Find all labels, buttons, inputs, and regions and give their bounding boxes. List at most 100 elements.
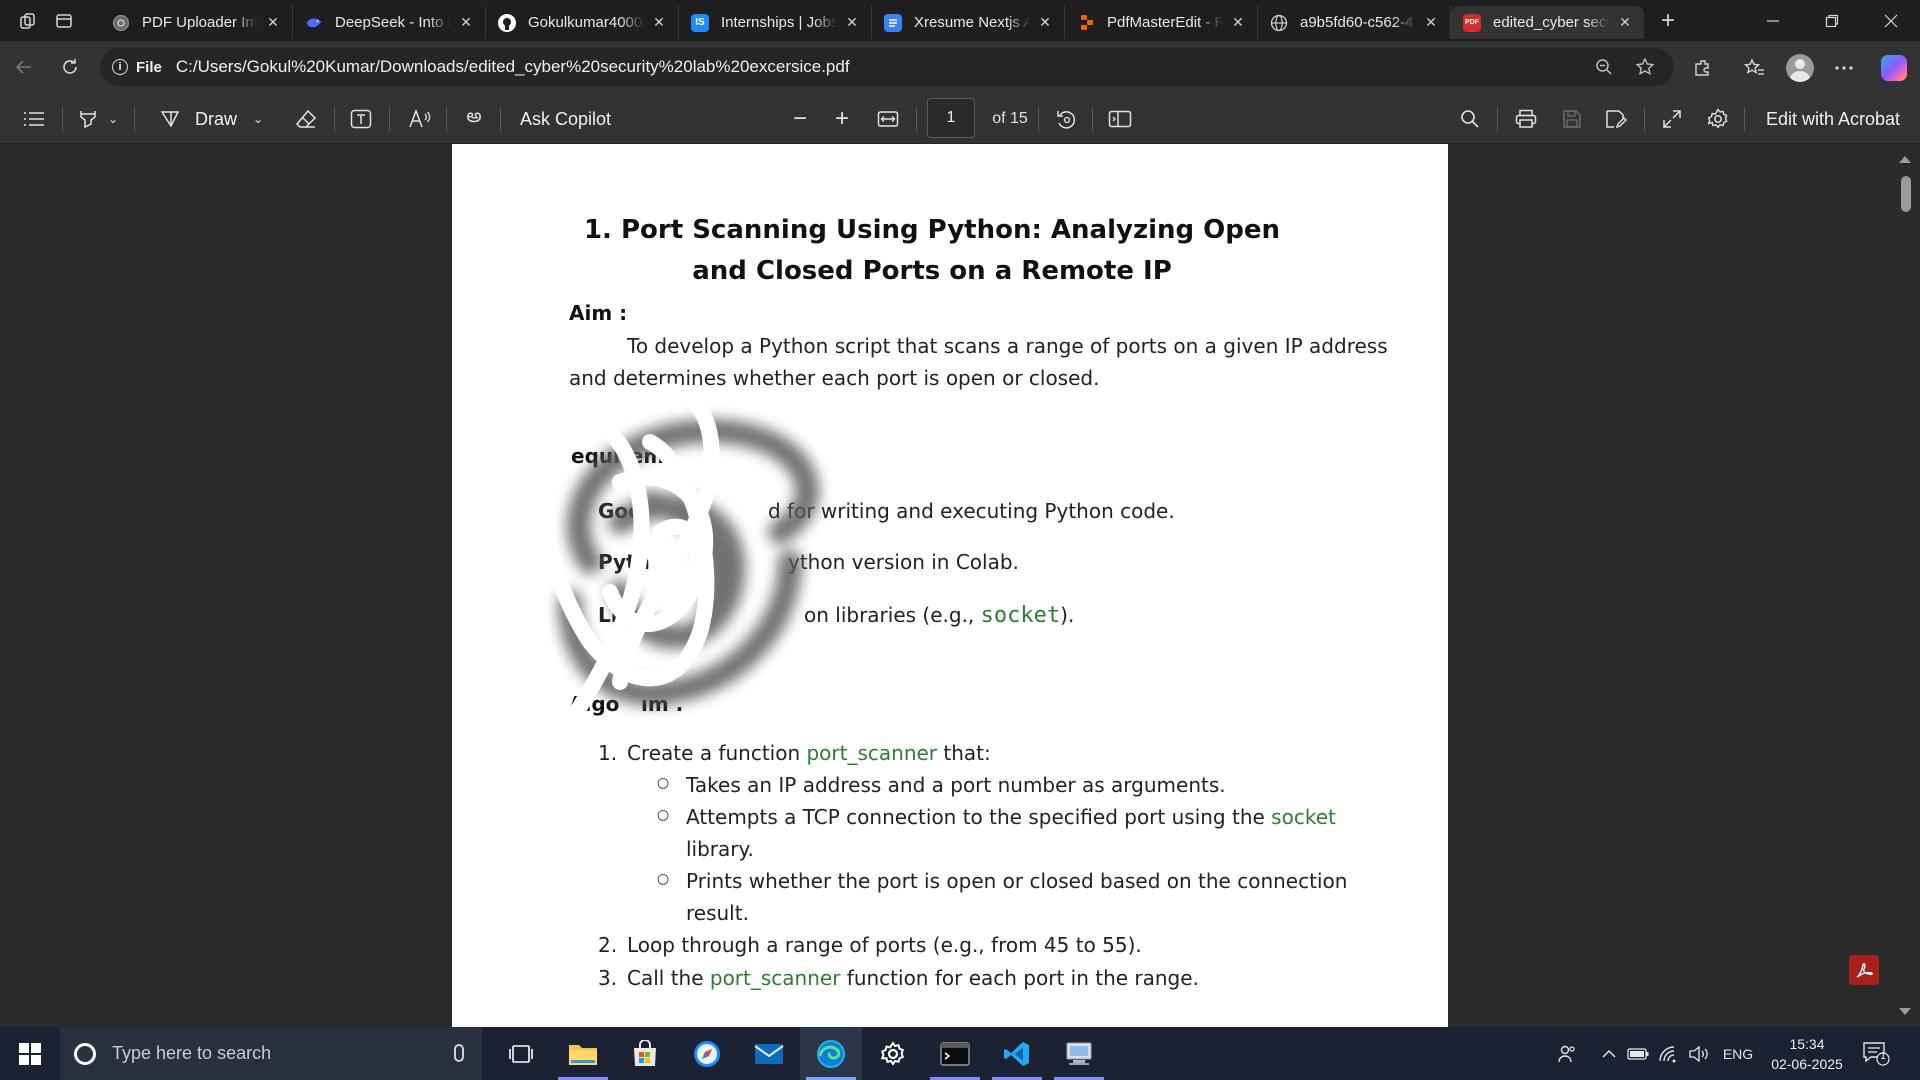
close-tab-icon[interactable]: ✕ bbox=[1616, 14, 1634, 31]
settings-gear-icon[interactable] bbox=[862, 1027, 924, 1080]
pdf-viewer[interactable]: 1. Port Scanning Using Python: Analyzing… bbox=[0, 144, 1920, 1027]
site-info-chip[interactable]: i File bbox=[112, 59, 176, 76]
zoom-out-button[interactable]: − bbox=[784, 103, 816, 135]
close-tab-icon[interactable]: ✕ bbox=[457, 14, 475, 31]
pdf-toolbar: ⌄ Draw ⌄ అ Ask Copilot − + 1 of 15 Edit … bbox=[0, 94, 1920, 144]
save-icon[interactable] bbox=[1556, 103, 1588, 135]
zoom-icon[interactable] bbox=[1588, 52, 1620, 82]
page-view-icon[interactable] bbox=[1104, 103, 1136, 135]
read-aloud-icon[interactable] bbox=[404, 103, 436, 135]
table-of-contents-icon[interactable] bbox=[18, 103, 50, 135]
pdf-uploader-favicon bbox=[112, 14, 130, 32]
translate-icon[interactable]: అ bbox=[458, 103, 490, 135]
search-placeholder: Type here to search bbox=[112, 1043, 272, 1063]
page-title: 1. Port Scanning Using Python: Analyzing… bbox=[583, 215, 1281, 286]
favorites-icon[interactable] bbox=[1736, 50, 1772, 86]
minimize-button[interactable] bbox=[1744, 0, 1802, 41]
scrollbar-thumb[interactable] bbox=[1901, 176, 1911, 212]
draw-tool[interactable]: Draw ⌄ bbox=[156, 103, 266, 135]
refresh-icon[interactable] bbox=[48, 49, 92, 85]
taskbar: Type here to search ENG 15:34 02-06-2025… bbox=[0, 1027, 1920, 1080]
url-text[interactable]: C:/Users/Gokul%20Kumar/Downloads/edited_… bbox=[176, 57, 850, 77]
close-tab-icon[interactable]: ✕ bbox=[843, 14, 861, 31]
microphone-icon[interactable] bbox=[454, 1044, 464, 1062]
fullscreen-icon[interactable] bbox=[1656, 103, 1688, 135]
vertical-tabs-icon[interactable] bbox=[46, 5, 82, 37]
wifi-icon[interactable] bbox=[1654, 1027, 1682, 1080]
close-tab-icon[interactable]: ✕ bbox=[1036, 14, 1054, 31]
people-icon[interactable] bbox=[1550, 1027, 1584, 1080]
acrobat-icon[interactable] bbox=[1849, 955, 1879, 985]
pdf-icon: PDF bbox=[1463, 13, 1481, 32]
notification-center-icon[interactable]: 1 bbox=[1862, 1040, 1890, 1066]
favorite-star-icon[interactable] bbox=[1629, 52, 1661, 82]
address-bar[interactable]: i File C:/Users/Gokul%20Kumar/Downloads/… bbox=[100, 48, 1674, 86]
microsoft-store-icon[interactable] bbox=[614, 1027, 676, 1080]
close-tab-icon[interactable]: ✕ bbox=[1229, 14, 1247, 31]
copilot-icon[interactable] bbox=[1876, 50, 1912, 86]
vscode-icon[interactable] bbox=[986, 1027, 1048, 1080]
show-hidden-icons-chevron-icon[interactable] bbox=[1596, 1027, 1622, 1080]
safari-compass-icon[interactable] bbox=[676, 1027, 738, 1080]
file-explorer-icon[interactable] bbox=[552, 1027, 614, 1080]
back-arrow-icon[interactable] bbox=[2, 49, 46, 85]
substep-1: Takes an IP address and a port number as… bbox=[686, 773, 1226, 797]
edit-with-acrobat-button[interactable]: Edit with Acrobat bbox=[1760, 103, 1906, 135]
edge-browser-icon[interactable] bbox=[800, 1027, 862, 1080]
task-view-icon[interactable] bbox=[490, 1027, 552, 1080]
step-2-number: 2. bbox=[598, 933, 618, 957]
scroll-down-arrow-icon[interactable] bbox=[1899, 1008, 1911, 1015]
new-tab-button[interactable]: + bbox=[1648, 7, 1688, 35]
ask-copilot-button[interactable]: Ask Copilot bbox=[520, 103, 620, 135]
save-as-icon[interactable] bbox=[1600, 103, 1632, 135]
ink-scribble-annotation[interactable] bbox=[530, 362, 860, 742]
close-tab-icon[interactable]: ✕ bbox=[264, 14, 282, 31]
workspaces-icon[interactable] bbox=[10, 5, 46, 37]
tab-7[interactable]: a9b5fd60-c562-4 ✕ bbox=[1258, 6, 1451, 39]
start-button[interactable] bbox=[0, 1027, 60, 1080]
fit-width-icon[interactable] bbox=[872, 103, 904, 135]
rotate-icon[interactable] bbox=[1050, 103, 1082, 135]
globe-icon bbox=[1270, 14, 1288, 32]
tab-2[interactable]: DeepSeek - Into t ✕ bbox=[293, 6, 486, 39]
battery-icon[interactable] bbox=[1624, 1027, 1652, 1080]
remote-desktop-icon[interactable] bbox=[1048, 1027, 1110, 1080]
tab-4[interactable]: IS Internships | Jobs ✕ bbox=[679, 6, 872, 39]
substep-2: Attempts a TCP connection to the specifi… bbox=[686, 805, 1336, 829]
step-3-text: Call the port_scanner function for each … bbox=[627, 966, 1199, 990]
close-tab-icon[interactable]: ✕ bbox=[1422, 14, 1440, 31]
mail-icon[interactable] bbox=[738, 1027, 800, 1080]
clock[interactable]: 15:34 02-06-2025 bbox=[1762, 1034, 1852, 1074]
print-icon[interactable] bbox=[1510, 103, 1542, 135]
profile-avatar[interactable] bbox=[1782, 50, 1818, 86]
terminal-icon[interactable] bbox=[924, 1027, 986, 1080]
replit-icon bbox=[1077, 14, 1095, 32]
close-tab-icon[interactable]: ✕ bbox=[650, 14, 668, 31]
page-number-input[interactable]: 1 bbox=[927, 98, 975, 138]
more-options-icon[interactable] bbox=[1826, 50, 1862, 86]
tab-1[interactable]: PDF Uploader Im ✕ bbox=[100, 6, 293, 39]
highlight-tool[interactable]: ⌄ bbox=[72, 103, 124, 135]
info-icon: i bbox=[112, 59, 128, 75]
volume-icon[interactable] bbox=[1684, 1027, 1714, 1080]
substep-3-cont: result. bbox=[686, 901, 749, 925]
vertical-scrollbar[interactable] bbox=[1890, 144, 1920, 1027]
add-text-icon[interactable] bbox=[345, 103, 377, 135]
tab-5[interactable]: Xresume Nextjs A ✕ bbox=[872, 6, 1065, 39]
settings-gear-icon[interactable] bbox=[1702, 103, 1734, 135]
tab-3[interactable]: Gokulkumar4000/ ✕ bbox=[486, 6, 679, 39]
tab-title: Xresume Nextjs A bbox=[914, 14, 1030, 31]
restore-button[interactable] bbox=[1803, 0, 1861, 41]
zoom-in-button[interactable]: + bbox=[826, 103, 858, 135]
tab-8[interactable]: PDF edited_cyber secu ✕ bbox=[1451, 6, 1644, 39]
search-icon[interactable] bbox=[1454, 103, 1486, 135]
eraser-icon[interactable] bbox=[290, 103, 322, 135]
windows-logo-icon bbox=[19, 1042, 41, 1065]
language-indicator[interactable]: ENG bbox=[1718, 1027, 1758, 1080]
extensions-icon[interactable] bbox=[1685, 50, 1721, 86]
taskbar-search[interactable]: Type here to search bbox=[60, 1027, 482, 1080]
close-window-button[interactable] bbox=[1862, 0, 1920, 41]
bullet-icon: ○ bbox=[657, 871, 670, 887]
scroll-up-arrow-icon[interactable] bbox=[1899, 156, 1911, 163]
tab-6[interactable]: PdfMasterEdit - R ✕ bbox=[1065, 6, 1258, 39]
